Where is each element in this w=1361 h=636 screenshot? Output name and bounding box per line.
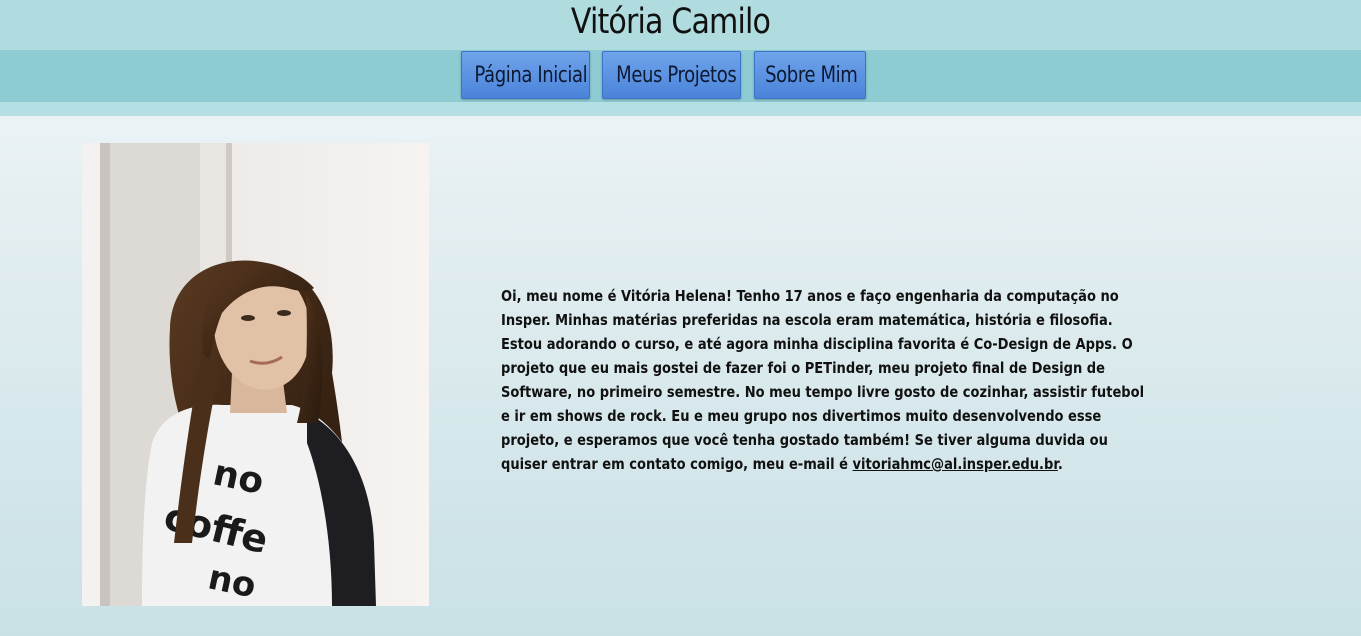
nav-button-pagina-inicial[interactable]: Página Inicial — [461, 51, 590, 99]
site-title: Vitória Camilo — [570, 2, 771, 42]
bio-text: Oi, meu nome é Vitória Helena! Tenho 17 … — [501, 284, 1151, 476]
nav-button-label: Sobre Mim — [765, 63, 858, 88]
nav-button-meus-projetos[interactable]: Meus Projetos — [602, 51, 741, 99]
nav-divider-strip — [0, 102, 1361, 116]
nav-button-label: Página Inicial — [474, 63, 588, 88]
bio-paragraph: Oi, meu nome é Vitória Helena! Tenho 17 … — [501, 287, 1145, 473]
nav-button-sobre-mim[interactable]: Sobre Mim — [754, 51, 866, 99]
nav-button-label: Meus Projetos — [616, 63, 737, 88]
email-link[interactable]: vitoriahmc@al.insper.edu.br — [853, 455, 1058, 473]
profile-photo: no coffe no — [82, 143, 429, 606]
bio-period: . — [1057, 455, 1063, 473]
